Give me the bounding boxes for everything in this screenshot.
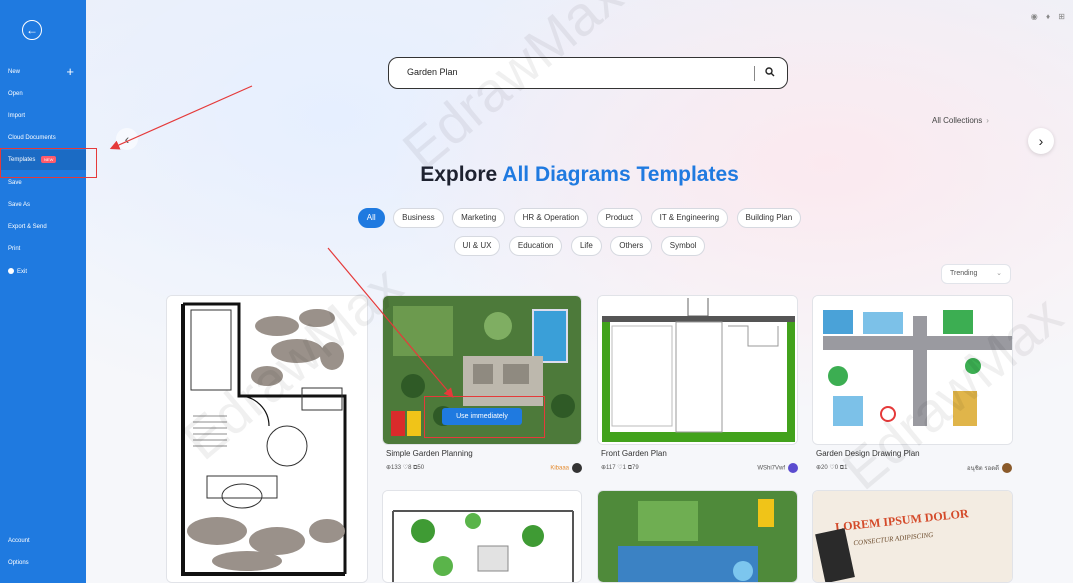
annotation-arrows xyxy=(109,85,454,398)
